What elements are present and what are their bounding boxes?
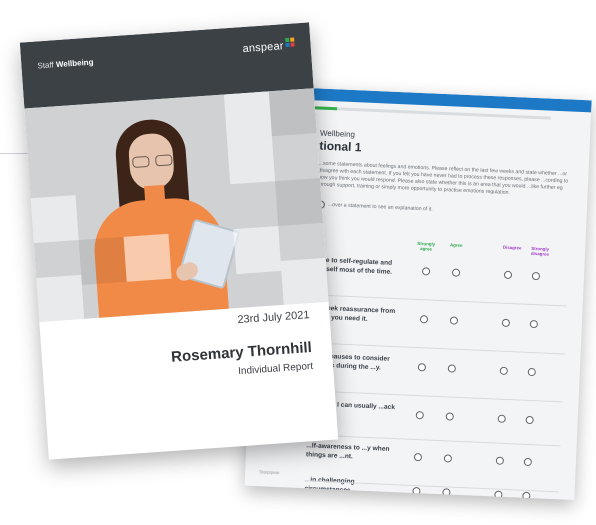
radio-disagree[interactable] [497,414,506,423]
radio-strongly-agree[interactable] [417,363,427,372]
report-date: 23rd July 2021 [237,309,310,327]
radio-disagree[interactable] [503,270,513,280]
radio-agree[interactable] [447,364,457,373]
radio-strongly-disagree[interactable] [522,491,531,501]
question-text: ...ble to self-regulate and ...urself mo… [313,256,393,276]
radio-strongly-disagree[interactable] [525,415,534,425]
photo-tile [275,178,324,227]
section-overline: Wellbeing [319,128,356,140]
radio-disagree[interactable] [494,490,503,499]
photo-tile [268,88,317,137]
radio-agree[interactable] [442,488,451,497]
radio-agree[interactable] [443,454,453,463]
radio-strongly-disagree[interactable] [531,271,541,281]
glasses-icon [132,154,173,169]
brand-prefix: Staff [37,60,55,71]
radio-agree[interactable] [451,268,461,277]
photo-tile [227,136,276,185]
photo-tile [280,257,329,306]
column-disagree: Disagree [502,244,522,251]
column-strongly-agree: Strongly agree [417,240,436,252]
hint-row: i ...over a statement to see an explanat… [316,200,433,214]
intro-text: ...some statements about feelings and em… [317,160,569,196]
radio-strongly-disagree[interactable] [527,367,536,377]
radio-strongly-agree[interactable] [412,486,421,496]
radio-strongly-agree[interactable] [413,452,423,462]
radio-disagree[interactable] [495,456,505,465]
photo-tile [36,274,85,322]
cover-photo [24,88,329,322]
question-text: ...lf-awareness to ...y when things are … [305,442,390,461]
radio-strongly-agree[interactable] [415,411,424,420]
logo-mark-icon [285,37,295,48]
radio-agree[interactable] [445,412,454,421]
column-agree: Agree [449,242,463,248]
photo-tile [223,91,272,140]
photo-tile [123,233,172,282]
radio-strongly-agree[interactable] [421,267,431,276]
report-subtitle: Individual Report [237,360,314,378]
hint-text: ...over a statement to see an explanatio… [327,201,433,213]
report-cover: Staff Wellbeing anspear 23rd July 2021 R… [19,22,339,460]
radio-strongly-agree[interactable] [419,315,429,324]
radio-disagree[interactable] [499,366,508,375]
photo-tile [30,195,79,244]
radio-disagree[interactable] [501,318,511,328]
section-title: tional 1 [319,138,362,155]
question-text: ...in challenging circumstances. [304,476,355,495]
photo-tile [78,236,127,285]
radio-strongly-disagree[interactable] [529,319,539,329]
photo-tile [233,226,282,275]
radio-strongly-disagree[interactable] [523,457,533,467]
column-strongly-disagree: Strongly disagree [530,245,550,257]
radio-agree[interactable] [449,316,459,325]
